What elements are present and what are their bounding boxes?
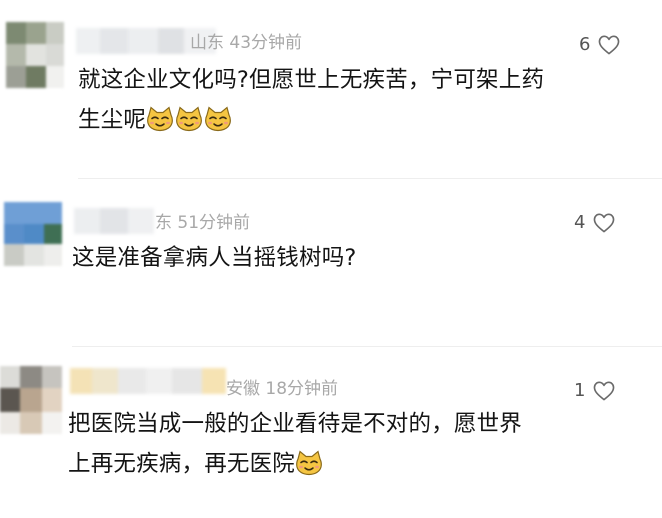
like-count: 4 xyxy=(574,212,586,233)
comment-line: 生尘呢 xyxy=(78,107,147,133)
like-button[interactable]: 4 xyxy=(574,212,615,234)
like-button[interactable]: 6 xyxy=(579,34,620,56)
like-count: 6 xyxy=(579,34,591,55)
cat-face-emoji-icon xyxy=(176,106,203,132)
avatar[interactable] xyxy=(0,366,62,434)
comment-line: 就这企业文化吗?但愿世上无疾苦，宁可架上药 xyxy=(78,67,545,93)
comment-text: 就这企业文化吗?但愿世上无疾苦，宁可架上药 生尘呢 xyxy=(78,60,544,140)
comment-line-with-emoji: 生尘呢 xyxy=(78,100,544,140)
comment-text: 把医院当成一般的企业看待是不对的，愿世界 上再无疾病，再无医院 xyxy=(68,404,522,484)
like-count: 1 xyxy=(574,380,586,401)
username-blurred[interactable] xyxy=(74,208,154,234)
comment-line: 把医院当成一般的企业看待是不对的，愿世界 xyxy=(68,411,523,437)
cat-face-emoji-icon xyxy=(147,106,174,132)
comment-meta: 东 51分钟前 xyxy=(155,213,251,233)
cat-face-emoji-icon xyxy=(296,450,322,476)
comment-line: 这是准备拿病人当摇钱树吗? xyxy=(72,245,357,271)
divider xyxy=(78,178,662,179)
heart-outline-icon xyxy=(594,381,615,401)
avatar[interactable] xyxy=(4,202,62,266)
comment-line: 上再无疾病，再无医院 xyxy=(68,451,296,477)
divider xyxy=(72,346,662,347)
comment-meta: 山东 43分钟前 xyxy=(190,33,303,53)
cat-face-emoji-icon xyxy=(205,106,232,132)
comment-list: 山东 43分钟前 6 就这企业文化吗?但愿世上无疾苦，宁可架上药 生尘呢 东 5… xyxy=(0,0,662,518)
like-button[interactable]: 1 xyxy=(574,380,615,402)
heart-outline-icon xyxy=(594,213,615,233)
username-blurred[interactable] xyxy=(70,368,226,394)
avatar[interactable] xyxy=(6,22,64,88)
heart-outline-icon xyxy=(599,35,620,55)
comment-meta: 安徽 18分钟前 xyxy=(226,379,339,399)
comment-line-with-emoji: 上再无疾病，再无医院 xyxy=(68,444,522,484)
comment-text: 这是准备拿病人当摇钱树吗? xyxy=(72,238,357,278)
